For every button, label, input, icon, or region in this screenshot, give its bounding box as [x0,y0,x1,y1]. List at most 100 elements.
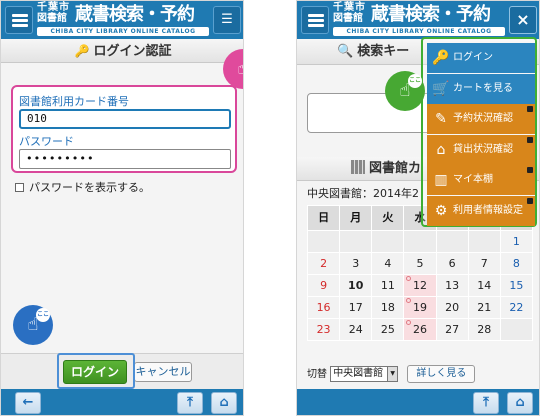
menu-item-label: マイ本棚 [453,174,493,185]
details-button[interactable]: 詳しく見る [407,365,476,383]
user-menu-icon[interactable]: ☰ [213,6,241,34]
back-icon[interactable]: ← [15,392,41,414]
logo-subtitle: CHIBA CITY LIBRARY ONLINE CATALOG [333,27,505,36]
menu-item[interactable]: 🔑 ログイン [427,43,535,73]
calendar-day: 9 [306,274,341,297]
weekday-header: 月 [339,205,373,231]
page-title: 🔑 ログイン認証 [1,39,243,63]
close-icon[interactable]: × [509,6,537,34]
logo-subtitle: CHIBA CITY LIBRARY ONLINE CATALOG [37,27,209,36]
calendar-day: 5 [403,252,437,275]
calendar-day: 14 [467,274,501,297]
calendar-day: 18 [371,296,405,319]
site-logo[interactable]: 千葉市 図書館 蔵書検索・予約 CHIBA CITY LIBRARY ONLIN… [333,3,505,37]
calendar-day: 21 [467,296,501,319]
search-icon: 🔍 [337,44,354,59]
calendar-day: 10 [339,274,373,297]
calendar-day: 19 [403,296,437,319]
lock-icon [527,167,533,173]
card-number-label: 図書館利用カード番号 [19,95,129,108]
reservation-icon: ✎ [435,111,447,127]
home-icon[interactable]: ⌂ [211,392,237,414]
library-select[interactable]: 中央図書館 ▼ [330,366,399,382]
menu-item-label: ログイン [453,52,493,63]
weekday-header: 火 [371,205,405,231]
checkbox-icon[interactable] [15,183,24,192]
menu-item-label: 予約状況確認 [453,113,513,124]
calendar-day [467,230,501,253]
calendar-day: 16 [306,296,341,319]
closed-day-icon [406,320,412,325]
lock-icon [527,106,533,112]
scroll-top-icon[interactable]: ⤒ [473,392,499,414]
calendar-day: 2 [306,252,341,275]
house-icon: ⌂ [436,141,446,158]
calendar-week-row: 16 17 18 19 20 21 22 [306,296,534,319]
menu-item[interactable]: ▥ マイ本棚 [427,165,535,195]
calendar-day: 3 [339,252,373,275]
weekday-header: 日 [306,205,341,231]
user-menu-panel: 🔑 ログイン 🛒 カートを見る ✎ 予約状況確認 ⌂ 貸出状況確認 ▥ マイ本棚 ⚙ 利用者情報設定 [421,37,537,227]
card-number-input[interactable]: 010 [19,109,231,129]
menu-item[interactable]: ⚙ 利用者情報設定 [427,195,535,226]
tap-here-badge: ☝ ここ [13,305,53,345]
calendar-day: 23 [306,318,341,341]
menu-item-label: カートを見る [453,82,513,94]
calendar-day: 12 [403,274,437,297]
menu-icon[interactable] [301,6,329,34]
logo-title: 蔵書検索・予約 [75,4,195,25]
calendar-day: 28 [467,318,501,341]
login-highlight [57,353,135,389]
footer-bar: ⤒ ⌂ [297,389,539,415]
scroll-top-icon[interactable]: ⤒ [177,392,203,414]
login-form: 図書館利用カード番号 010 パスワード ••••••••• [11,85,237,173]
login-screen: 千葉市 図書館 蔵書検索・予約 CHIBA CITY LIBRARY ONLIN… [0,0,244,416]
calendar-day: 15 [499,274,534,297]
calendar-subtitle: 中央図書館：2014年2 [307,187,419,200]
calendar-day [403,230,437,253]
calendar-day: 17 [339,296,373,319]
chevron-down-icon: ▼ [387,367,398,381]
menu-item[interactable]: 🛒 カートを見る [427,73,535,104]
calendar-day [499,318,534,341]
key-icon: 🔑 [432,50,450,66]
calendar-day: 8 [499,252,534,275]
tap-here-badge: ☝ ここ [385,71,425,111]
calendar-day: 20 [435,296,469,319]
calendar-day: 4 [371,252,405,275]
key-icon: 🔑 [74,44,90,58]
bookshelf-icon: ▥ [434,172,448,188]
menu-item-label: 貸出状況確認 [453,143,513,155]
calendar-day: 7 [467,252,501,275]
calendar-day [306,230,341,253]
home-icon[interactable]: ⌂ [507,392,533,414]
calendar-day [339,230,373,253]
menu-item[interactable]: ✎ 予約状況確認 [427,104,535,134]
calendar-week-row: 9 10 11 12 13 14 15 [306,274,534,297]
site-logo[interactable]: 千葉市 図書館 蔵書検索・予約 CHIBA CITY LIBRARY ONLIN… [37,3,209,37]
calendar-day: 13 [435,274,469,297]
calendar-day: 11 [371,274,405,297]
menu-icon[interactable] [5,6,33,34]
lock-icon [527,197,533,204]
logo-title: 蔵書検索・予約 [371,4,491,25]
calendar-week-row: 1 [306,230,534,253]
calendar-day: 25 [371,318,405,341]
calendar-day: 6 [435,252,469,275]
footer-bar: ← ⤒ ⌂ [1,389,243,415]
password-input[interactable]: ••••••••• [19,149,231,169]
lock-icon [527,136,533,143]
menu-screen: 千葉市 図書館 蔵書検索・予約 CHIBA CITY LIBRARY ONLIN… [296,0,540,416]
app-header: 千葉市 図書館 蔵書検索・予約 CHIBA CITY LIBRARY ONLIN… [1,1,243,39]
calendar-day [435,230,469,253]
calendar-day: 24 [339,318,373,341]
menu-item[interactable]: ⌂ 貸出状況確認 [427,134,535,165]
calendar-day: 26 [403,318,437,341]
closed-day-icon [406,276,412,281]
calendar-day: 22 [499,296,534,319]
calendar-icon [351,160,365,174]
show-password-checkbox[interactable]: パスワードを表示する。 [15,179,150,195]
calendar-week-row: 2345678 [306,252,534,275]
cancel-button[interactable]: キャンセル [134,362,192,382]
calendar-week-row: 23 24 25 26 27 28 [306,318,534,341]
